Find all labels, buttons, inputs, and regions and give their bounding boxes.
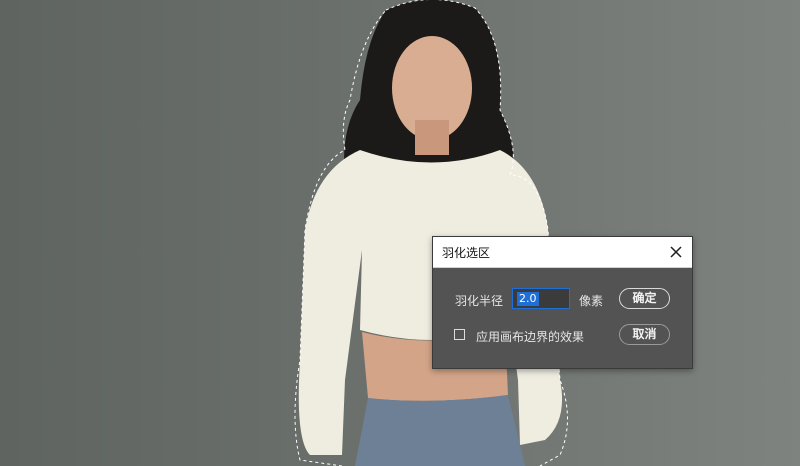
photo-illustration xyxy=(294,0,568,466)
unit-label: 像素 xyxy=(579,294,604,308)
canvas[interactable] xyxy=(0,0,800,466)
close-icon[interactable] xyxy=(666,242,686,262)
ok-button[interactable]: 确定 xyxy=(619,288,670,309)
canvas-bounds-label: 应用画布边界的效果 xyxy=(476,330,585,344)
canvas-bounds-checkbox[interactable] xyxy=(454,329,465,340)
dialog-title: 羽化选区 xyxy=(442,246,491,260)
feather-radius-input[interactable]: 2.0 xyxy=(512,288,570,309)
feather-radius-value: 2.0 xyxy=(517,292,539,306)
cancel-button[interactable]: 取消 xyxy=(619,324,670,345)
feather-radius-label: 羽化半径 xyxy=(455,294,504,308)
jeans-shape xyxy=(355,395,525,466)
feather-selection-dialog: 羽化选区 羽化半径 2.0 像素 确定 取消 应用画布边界的效果 xyxy=(432,236,693,369)
dialog-titlebar[interactable]: 羽化选区 xyxy=(433,237,692,268)
neck-shape xyxy=(415,120,449,155)
